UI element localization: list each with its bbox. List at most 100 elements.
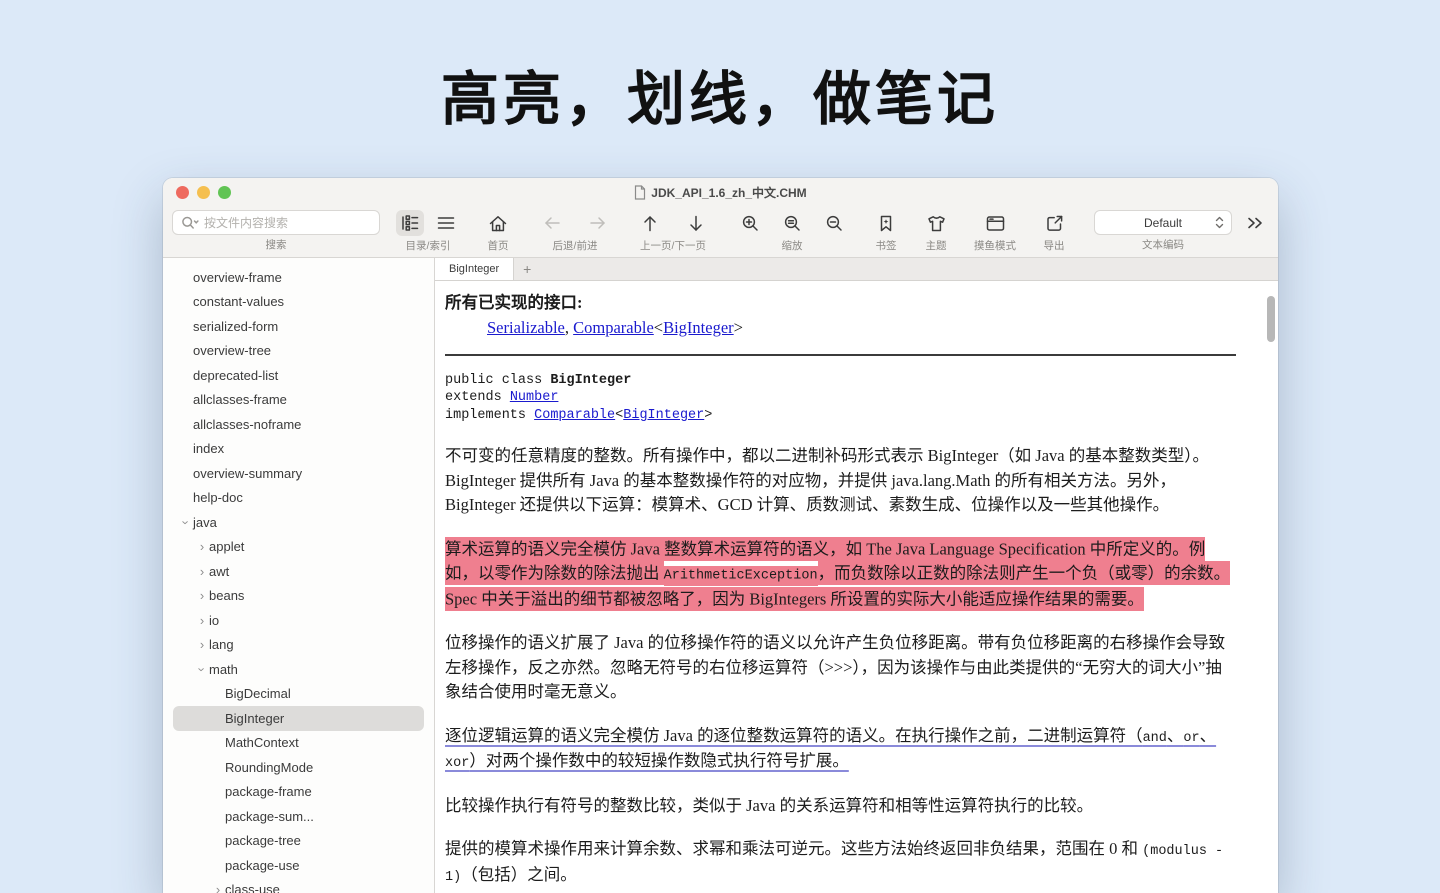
sidebar-item-package-sum-[interactable]: package-sum... [173, 804, 424, 829]
sidebar-item-overview-frame[interactable]: overview-frame [173, 265, 424, 290]
sidebar-item-package-frame[interactable]: package-frame [173, 780, 424, 805]
chevron-right-icon[interactable]: › [211, 882, 225, 893]
sidebar-item-label: applet [209, 539, 245, 555]
zoom-in-button[interactable] [736, 210, 764, 236]
doc-link[interactable]: Serializable [487, 318, 565, 337]
theme-button[interactable] [922, 210, 950, 236]
sidebar-item-label: beans [209, 588, 245, 604]
sidebar-item-overview-summary[interactable]: overview-summary [173, 461, 424, 486]
sidebar-item-label: package-tree [225, 833, 301, 849]
tab-bar: BigInteger + [435, 258, 1278, 281]
doc-text: and [1142, 731, 1167, 747]
sidebar-item-label: awt [209, 563, 230, 579]
text-encoding-select[interactable]: Default [1094, 210, 1232, 235]
sidebar-item-java[interactable]: › java [173, 510, 424, 535]
chevron-down-icon[interactable]: › [195, 662, 210, 676]
previous-page-button[interactable] [636, 210, 664, 236]
chevron-right-icon[interactable]: › [195, 588, 209, 603]
search-input[interactable]: 按文件内容搜索 [172, 210, 380, 235]
sidebar-item-mathcontext[interactable]: MathContext [173, 731, 424, 756]
export-icon [1046, 215, 1062, 231]
chevron-right-icon[interactable]: › [195, 613, 209, 628]
sidebar-item-allclasses-noframe[interactable]: allclasses-noframe [173, 412, 424, 437]
sidebar-item-constant-values[interactable]: constant-values [173, 290, 424, 315]
home-button[interactable] [484, 210, 512, 236]
page-up-icon [644, 215, 656, 231]
doc-link[interactable]: Number [510, 390, 559, 405]
sidebar-item-allclasses-frame[interactable]: allclasses-frame [173, 388, 424, 413]
bookmark-icon [880, 215, 892, 231]
toc-index-label: 目录/索引 [405, 240, 451, 252]
sidebar-item-overview-tree[interactable]: overview-tree [173, 339, 424, 364]
doc-text: 、 [1166, 726, 1184, 746]
search-label: 搜索 [265, 239, 287, 251]
sidebar-item-package-use[interactable]: package-use [173, 853, 424, 878]
doc-link[interactable]: BigInteger [623, 408, 704, 423]
doc-link[interactable]: Comparable [534, 408, 615, 423]
doc-text: or [1183, 731, 1200, 747]
sidebar-item-roundingmode[interactable]: RoundingMode [173, 755, 424, 780]
doc-text: BigInteger [550, 372, 632, 388]
sidebar-item-serialized-form[interactable]: serialized-form [173, 314, 424, 339]
document-icon [635, 184, 646, 200]
sidebar-item-label: io [209, 612, 220, 628]
content-pane: BigInteger + 所有已实现的接口: Serializable, Com… [435, 258, 1278, 893]
sidebar-item-lang[interactable]: › lang [173, 633, 424, 658]
chevron-right-icon[interactable]: › [195, 539, 209, 554]
fullscreen-window-button[interactable] [218, 185, 231, 199]
forward-button[interactable] [584, 210, 612, 236]
doc-text: xor [445, 756, 470, 772]
search-placeholder: 按文件内容搜索 [204, 216, 289, 230]
sidebar-item-index[interactable]: index [173, 437, 424, 462]
sidebar-item-help-doc[interactable]: help-doc [173, 486, 424, 511]
doc-text: extends [445, 390, 510, 406]
prev-next-page-label: 上一页/下一页 [640, 240, 706, 252]
toolbar-overflow-button[interactable] [1246, 206, 1264, 235]
zoom-in-icon [742, 215, 758, 231]
doc-link[interactable]: BigInteger [663, 318, 734, 337]
sidebar-item-math[interactable]: › math [173, 657, 424, 682]
sidebar-item-io[interactable]: › io [173, 608, 424, 633]
class-declaration: public class BigInteger extends Number imp… [445, 372, 1236, 425]
zoom-out-button[interactable] [820, 210, 848, 236]
sidebar-item-applet[interactable]: › applet [173, 535, 424, 560]
toc-tree-button[interactable] [396, 210, 424, 236]
home-label: 首页 [487, 240, 509, 252]
doc-link[interactable]: Comparable [573, 318, 654, 337]
sidebar-item-bigdecimal[interactable]: BigDecimal [173, 682, 424, 707]
back-button[interactable] [538, 210, 566, 236]
close-window-button[interactable] [176, 185, 189, 199]
app-window: JDK_API_1.6_zh_中文.CHM 按文件内容搜索 搜索 目录/索引 首… [163, 178, 1278, 893]
sidebar-item-label: MathContext [225, 735, 299, 751]
doc-text: ArithmeticException [663, 566, 818, 587]
document-view: 所有已实现的接口: Serializable, Comparable<BigIn… [435, 281, 1278, 893]
search-icon [182, 216, 199, 229]
code-line: implements Comparable<BigInteger> [445, 407, 1236, 425]
export-button[interactable] [1040, 210, 1068, 236]
doc-text: 提供的模算术操作用来计算余数、求幂和乘法可逆元。这些方法始终返回非负结果，范围在… [445, 839, 1143, 859]
next-page-button[interactable] [682, 210, 710, 236]
double-chevron-right-icon [1248, 217, 1262, 229]
chevron-right-icon[interactable]: › [195, 637, 209, 652]
sidebar-item-package-tree[interactable]: package-tree [173, 829, 424, 854]
sidebar-item-label: overview-tree [193, 343, 272, 359]
sidebar-item-awt[interactable]: › awt [173, 559, 424, 584]
sidebar-item-deprecated-list[interactable]: deprecated-list [173, 363, 424, 388]
vertical-scrollbar-thumb[interactable] [1267, 296, 1275, 342]
bookmark-label: 书签 [875, 240, 897, 252]
slack-mode-button[interactable] [981, 210, 1009, 236]
menu-lines-button[interactable] [432, 210, 460, 236]
bookmark-button[interactable] [872, 210, 900, 236]
chevron-right-icon[interactable]: › [195, 564, 209, 579]
new-tab-button[interactable]: + [514, 258, 540, 280]
chevron-down-icon[interactable]: › [179, 515, 194, 529]
sidebar-item-class-use[interactable]: › class-use [173, 878, 424, 893]
doc-text: 位移操作的语义扩展了 Java 的位移操作符的语义以允许产生负位移距离。带有负位… [445, 632, 1226, 702]
minimize-window-button[interactable] [197, 185, 210, 199]
zoom-reset-button[interactable] [778, 210, 806, 236]
doc-text: 比较操作执行有符号的整数比较，类似于 Java 的关系运算符和相等性运算符执行的… [445, 795, 1094, 815]
sidebar-item-beans[interactable]: › beans [173, 584, 424, 609]
tab-biginteger[interactable]: BigInteger [435, 258, 515, 280]
doc-text: （包括）之间。 [461, 864, 577, 884]
sidebar-item-biginteger[interactable]: BigInteger [173, 706, 424, 731]
